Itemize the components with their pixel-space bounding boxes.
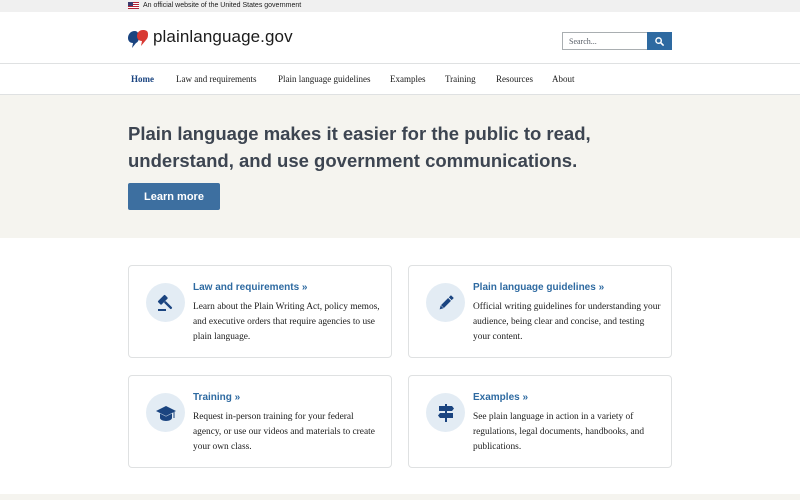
nav-item-law-and-requirements[interactable]: Law and requirements bbox=[176, 65, 256, 95]
hero-section: Plain language makes it easier for the p… bbox=[0, 95, 800, 238]
card-icon-circle bbox=[146, 283, 185, 322]
gov-banner-text: An official website of the United States… bbox=[143, 2, 302, 9]
card-title-law-and-requirements[interactable]: Law and requirements » bbox=[193, 282, 307, 293]
card-icon-circle bbox=[426, 283, 465, 322]
nav-item-about[interactable]: About bbox=[552, 65, 575, 95]
us-flag-icon bbox=[128, 2, 139, 9]
card-icon-circle bbox=[426, 393, 465, 432]
card-plain-language-guidelines: Plain language guidelines » Official wri… bbox=[408, 265, 672, 358]
card-icon-circle bbox=[146, 393, 185, 432]
graduation-cap-icon bbox=[155, 405, 176, 421]
nav-item-home[interactable]: Home bbox=[131, 65, 154, 95]
site-name[interactable]: plainlanguage.gov bbox=[153, 27, 293, 47]
hero-title: Plain language makes it easier for the p… bbox=[128, 123, 591, 171]
card-title-examples[interactable]: Examples » bbox=[473, 392, 528, 403]
card-title-training[interactable]: Training » bbox=[193, 392, 240, 403]
search-icon bbox=[655, 36, 664, 46]
speech-quote-logo-icon[interactable] bbox=[127, 29, 149, 49]
card-description: Official writing guidelines for understa… bbox=[473, 302, 661, 342]
card-training: Training » Request in-person training fo… bbox=[128, 375, 392, 468]
nav-item-examples[interactable]: Examples bbox=[390, 65, 426, 95]
gavel-icon bbox=[157, 294, 172, 311]
learn-more-button[interactable]: Learn more bbox=[128, 183, 220, 210]
gov-banner: An official website of the United States… bbox=[0, 0, 800, 12]
site-header: plainlanguage.gov bbox=[0, 12, 800, 64]
card-examples: Examples » See plain language in action … bbox=[408, 375, 672, 468]
search-input[interactable] bbox=[562, 32, 648, 50]
search-button[interactable] bbox=[647, 32, 672, 50]
primary-nav: Home Law and requirements Plain language… bbox=[0, 65, 800, 95]
signpost-icon bbox=[437, 403, 454, 422]
card-description: Request in-person training for your fede… bbox=[193, 412, 375, 452]
nav-item-training[interactable]: Training bbox=[445, 65, 476, 95]
card-description: See plain language in action in a variet… bbox=[473, 412, 645, 452]
pencil-icon bbox=[439, 294, 454, 309]
card-law-and-requirements: Law and requirements » Learn about the P… bbox=[128, 265, 392, 358]
card-description: Learn about the Plain Writing Act, polic… bbox=[193, 302, 380, 342]
nav-item-plain-language-guidelines[interactable]: Plain language guidelines bbox=[278, 65, 370, 95]
nav-item-resources[interactable]: Resources bbox=[496, 65, 533, 95]
card-title-plain-language-guidelines[interactable]: Plain language guidelines » bbox=[473, 282, 604, 293]
footer-strip bbox=[0, 494, 800, 500]
